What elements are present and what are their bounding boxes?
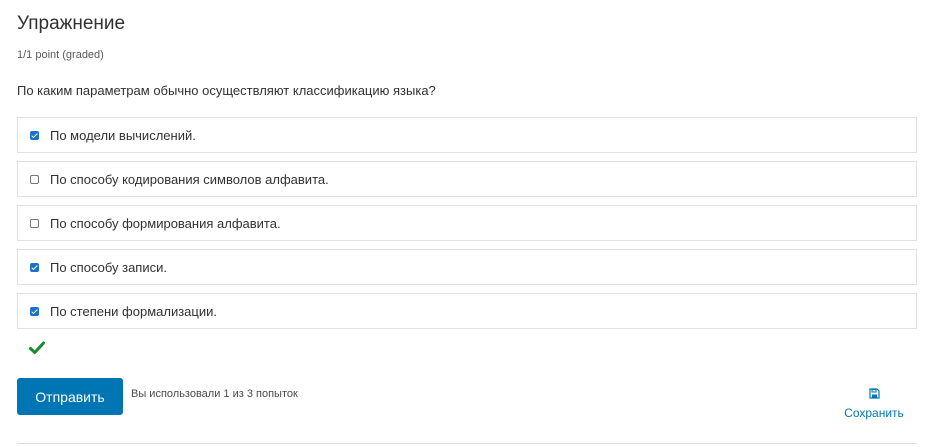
choice-label: По способу формирования алфавита. — [50, 215, 281, 231]
choice-list: По модели вычислений. По способу кодиров… — [17, 117, 917, 337]
divider — [17, 443, 917, 444]
checkmark-icon — [29, 341, 45, 360]
choice-checkbox[interactable] — [30, 262, 39, 272]
choice-checkbox[interactable] — [30, 130, 39, 140]
floppy-disk-icon — [838, 388, 910, 402]
choice-checkbox[interactable] — [30, 306, 39, 316]
choice-option[interactable]: По степени формализации. — [17, 293, 917, 329]
points-label: 1/1 point (graded) — [17, 49, 104, 61]
attempts-text: Вы использовали 1 из 3 попыток — [131, 388, 298, 400]
choice-checkbox[interactable] — [30, 174, 39, 184]
choice-label: По способу записи. — [50, 259, 167, 275]
save-label: Сохранить — [844, 406, 904, 420]
choice-option[interactable]: По способу формирования алфавита. — [17, 205, 917, 241]
choice-option[interactable]: По модели вычислений. — [17, 117, 917, 153]
choice-label: По степени формализации. — [50, 303, 217, 319]
submit-button[interactable]: Отправить — [17, 378, 123, 415]
choice-label: По модели вычислений. — [50, 127, 196, 143]
choice-option[interactable]: По способу записи. — [17, 249, 917, 285]
choice-label: По способу кодирования символов алфавита… — [50, 171, 329, 187]
choice-checkbox[interactable] — [30, 218, 39, 228]
question-text: По каким параметрам обычно осуществляют … — [17, 83, 436, 98]
save-button[interactable]: Сохранить — [838, 388, 910, 420]
choice-option[interactable]: По способу кодирования символов алфавита… — [17, 161, 917, 197]
problem-title: Упражнение — [17, 13, 126, 34]
